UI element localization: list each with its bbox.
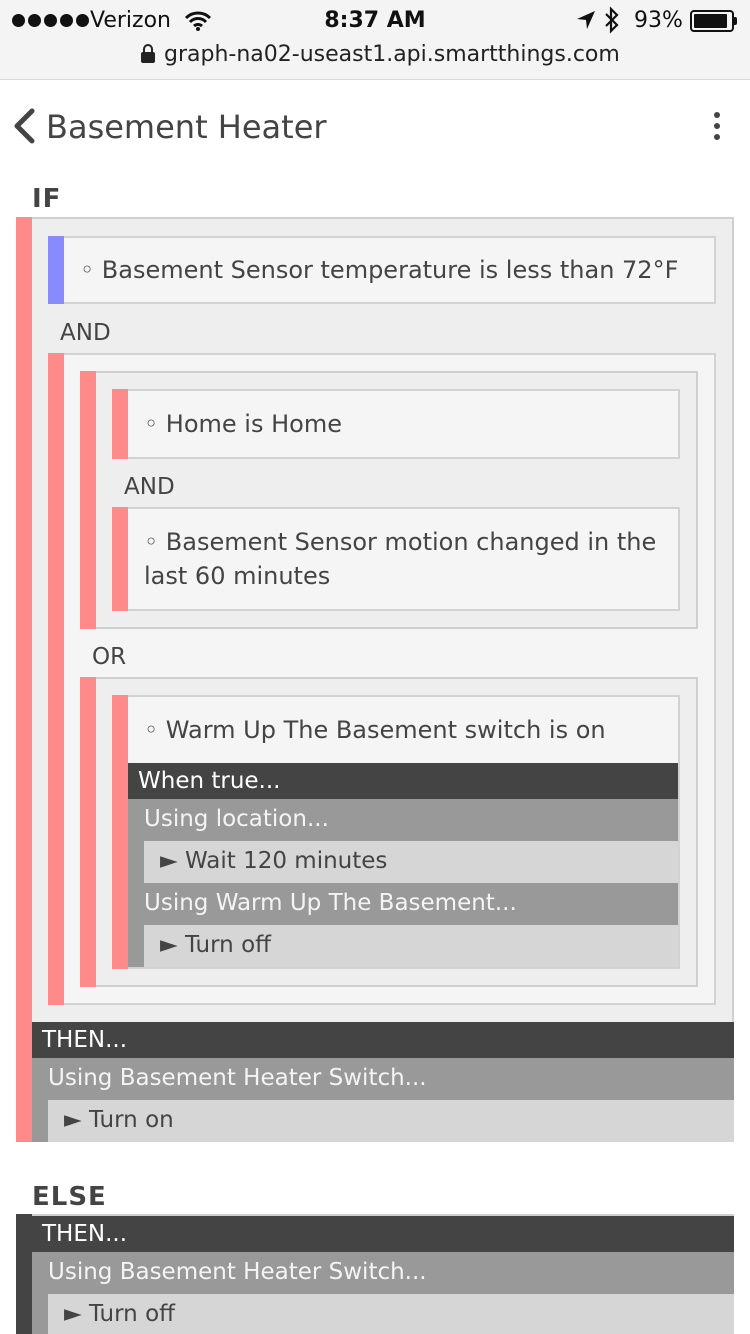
when-true-header: When true... <box>128 763 678 799</box>
lock-icon <box>141 44 155 63</box>
condition-home-text: ◦ Home is Home <box>144 410 342 438</box>
using-warmup-label: Using Warm Up The Basement... <box>128 883 678 925</box>
action-indent-bar <box>32 1294 48 1334</box>
else-block-bar <box>16 1214 32 1334</box>
using-location-label: Using location... <box>128 799 678 841</box>
back-chevron-icon[interactable] <box>10 108 38 144</box>
bluetooth-icon <box>605 6 619 34</box>
condition-temperature-bar <box>48 236 64 304</box>
if-header: IF <box>32 184 62 214</box>
condition-group-switch-bar <box>80 677 96 987</box>
battery-percent: 93% <box>634 8 683 33</box>
condition-group-and-bar <box>80 371 96 629</box>
action-indent-bar <box>128 841 144 883</box>
condition-switch-bar <box>112 695 128 969</box>
condition-temperature-text: ◦ Basement Sensor temperature is less th… <box>80 256 679 284</box>
action-turn-on[interactable]: ► Turn on <box>48 1100 734 1142</box>
else-header: ELSE <box>32 1182 107 1212</box>
page-title: Basement Heater <box>46 108 327 146</box>
operator-and: AND <box>124 474 175 500</box>
condition-group-or-bar <box>48 353 64 1005</box>
condition-motion-text: ◦ Basement Sensor motion changed in the … <box>144 528 657 590</box>
status-bar: Verizon 8:37 AM 93% graph-na02-useast1.a… <box>0 0 750 80</box>
battery-icon <box>690 10 738 32</box>
condition-switch-text: ◦ Warm Up The Basement switch is on <box>144 716 606 744</box>
location-arrow-icon <box>577 11 595 29</box>
action-turn-off-warmup[interactable]: ► Turn off <box>144 925 678 967</box>
operator-or: OR <box>92 644 127 670</box>
then-using-device-label: Using Basement Heater Switch... <box>32 1058 734 1100</box>
condition-home-bar <box>112 389 128 459</box>
action-turn-off[interactable]: ► Turn off <box>48 1294 734 1334</box>
else-using-device-label: Using Basement Heater Switch... <box>32 1252 734 1294</box>
page-url[interactable]: graph-na02-useast1.api.smartthings.com <box>164 42 620 67</box>
action-wait[interactable]: ► Wait 120 minutes <box>144 841 678 883</box>
operator-and: AND <box>60 320 111 346</box>
action-indent-bar <box>128 925 144 967</box>
condition-motion-bar <box>112 507 128 611</box>
action-indent-bar <box>32 1100 48 1142</box>
then-header: THEN... <box>32 1022 734 1058</box>
if-block-bar <box>16 217 32 1142</box>
else-then-header: THEN... <box>32 1216 734 1252</box>
more-menu-icon[interactable] <box>712 112 722 140</box>
